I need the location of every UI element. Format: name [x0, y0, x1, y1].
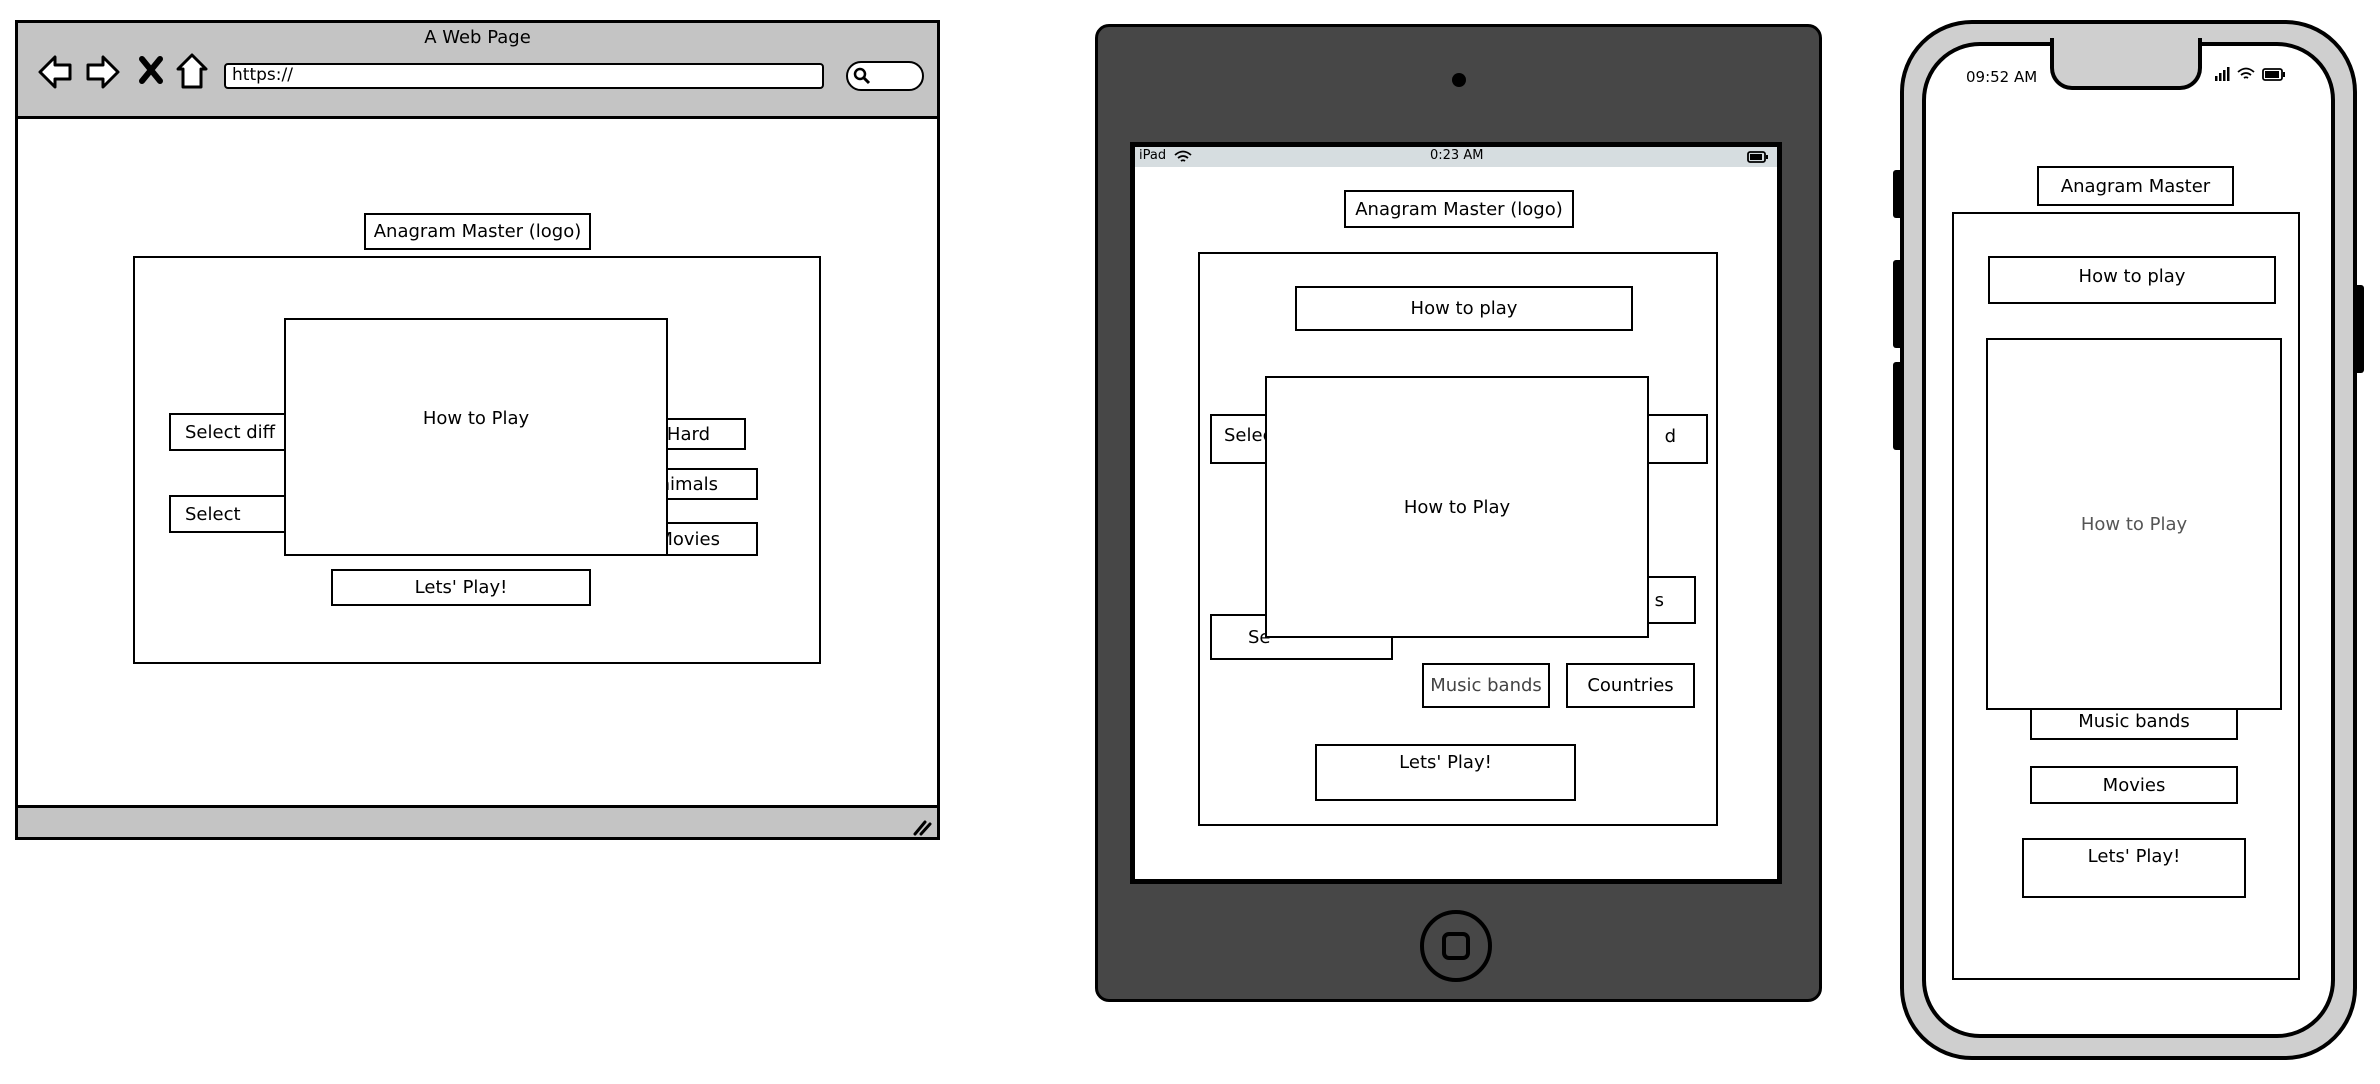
url-text: https://: [232, 65, 293, 85]
iphone-how-to-play-button[interactable]: How to play: [1988, 256, 2276, 304]
resize-grip-icon[interactable]: [912, 818, 932, 836]
iphone-side-button-right: [2354, 285, 2364, 373]
iphone-logo-box: Anagram Master: [2037, 166, 2234, 206]
home-icon[interactable]: [174, 51, 210, 91]
ipad-time: 0:23 AM: [1430, 148, 1484, 163]
ipad-home-button[interactable]: [1420, 910, 1492, 982]
ipad-countries-button[interactable]: Countries: [1566, 663, 1695, 708]
how-to-play-modal[interactable]: How to Play: [284, 318, 668, 556]
browser-toolbar: A Web Page https://: [18, 23, 937, 119]
battery-icon: [2262, 68, 2285, 81]
iphone-side-button-2: [1893, 260, 1903, 348]
iphone-lets-play-button[interactable]: Lets' Play!: [2022, 838, 2246, 898]
forward-arrow-icon[interactable]: [84, 53, 122, 91]
iphone-time: 09:52 AM: [1966, 68, 2038, 86]
lets-play-button[interactable]: Lets' Play!: [331, 569, 591, 606]
ipad-modal-title: How to Play: [1403, 496, 1511, 518]
ipad-how-to-play-button[interactable]: How to play: [1295, 286, 1633, 331]
ipad-music-bands-button[interactable]: Music bands: [1422, 663, 1550, 708]
home-button-icon: [1442, 932, 1470, 960]
ipad-device-label: iPad: [1139, 148, 1167, 163]
wifi-icon: [2237, 67, 2255, 79]
logo-box: Anagram Master (logo): [364, 213, 591, 250]
browser-statusbar: [18, 805, 937, 837]
close-icon[interactable]: [138, 55, 164, 85]
ipad-logo-box: Anagram Master (logo): [1344, 190, 1574, 228]
ipad-how-to-play-modal[interactable]: How to Play: [1265, 376, 1649, 638]
camera-icon: [1452, 73, 1466, 87]
modal-title: How to Play: [422, 408, 530, 429]
search-button[interactable]: [846, 61, 924, 91]
iphone-side-button-1: [1893, 170, 1903, 218]
iphone-notch: [2050, 38, 2202, 90]
ipad-lets-play-button[interactable]: Lets' Play!: [1315, 744, 1576, 801]
battery-icon: [1747, 151, 1768, 163]
ipad-statusbar: iPad 0:23 AM: [1135, 147, 1777, 167]
url-bar[interactable]: https://: [224, 63, 824, 89]
iphone-movies-button[interactable]: Movies: [2030, 766, 2238, 804]
browser-title: A Web Page: [424, 27, 531, 48]
iphone-side-button-3: [1893, 362, 1903, 450]
signal-icon: [2215, 67, 2230, 81]
search-icon: [853, 67, 871, 85]
iphone-modal-title: How to Play: [2080, 513, 2188, 535]
back-arrow-icon[interactable]: [36, 53, 74, 91]
iphone-how-to-play-modal[interactable]: How to Play: [1986, 338, 2282, 710]
wifi-icon: [1174, 150, 1192, 162]
